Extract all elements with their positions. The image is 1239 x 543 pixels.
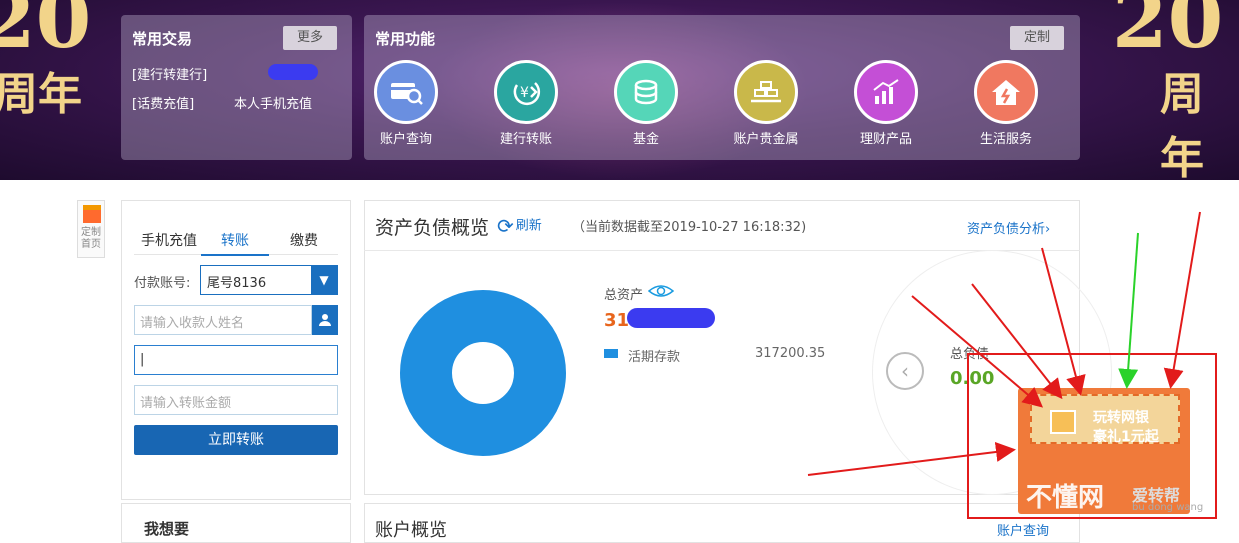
green-arrow: [1118, 232, 1139, 389]
red-arrow: [971, 283, 1063, 400]
red-arrow: [807, 442, 1016, 476]
red-arrow: [911, 295, 1044, 408]
red-arrow: [1163, 211, 1201, 389]
red-arrow: [1041, 247, 1086, 396]
annotation-arrows: [807, 211, 1201, 476]
